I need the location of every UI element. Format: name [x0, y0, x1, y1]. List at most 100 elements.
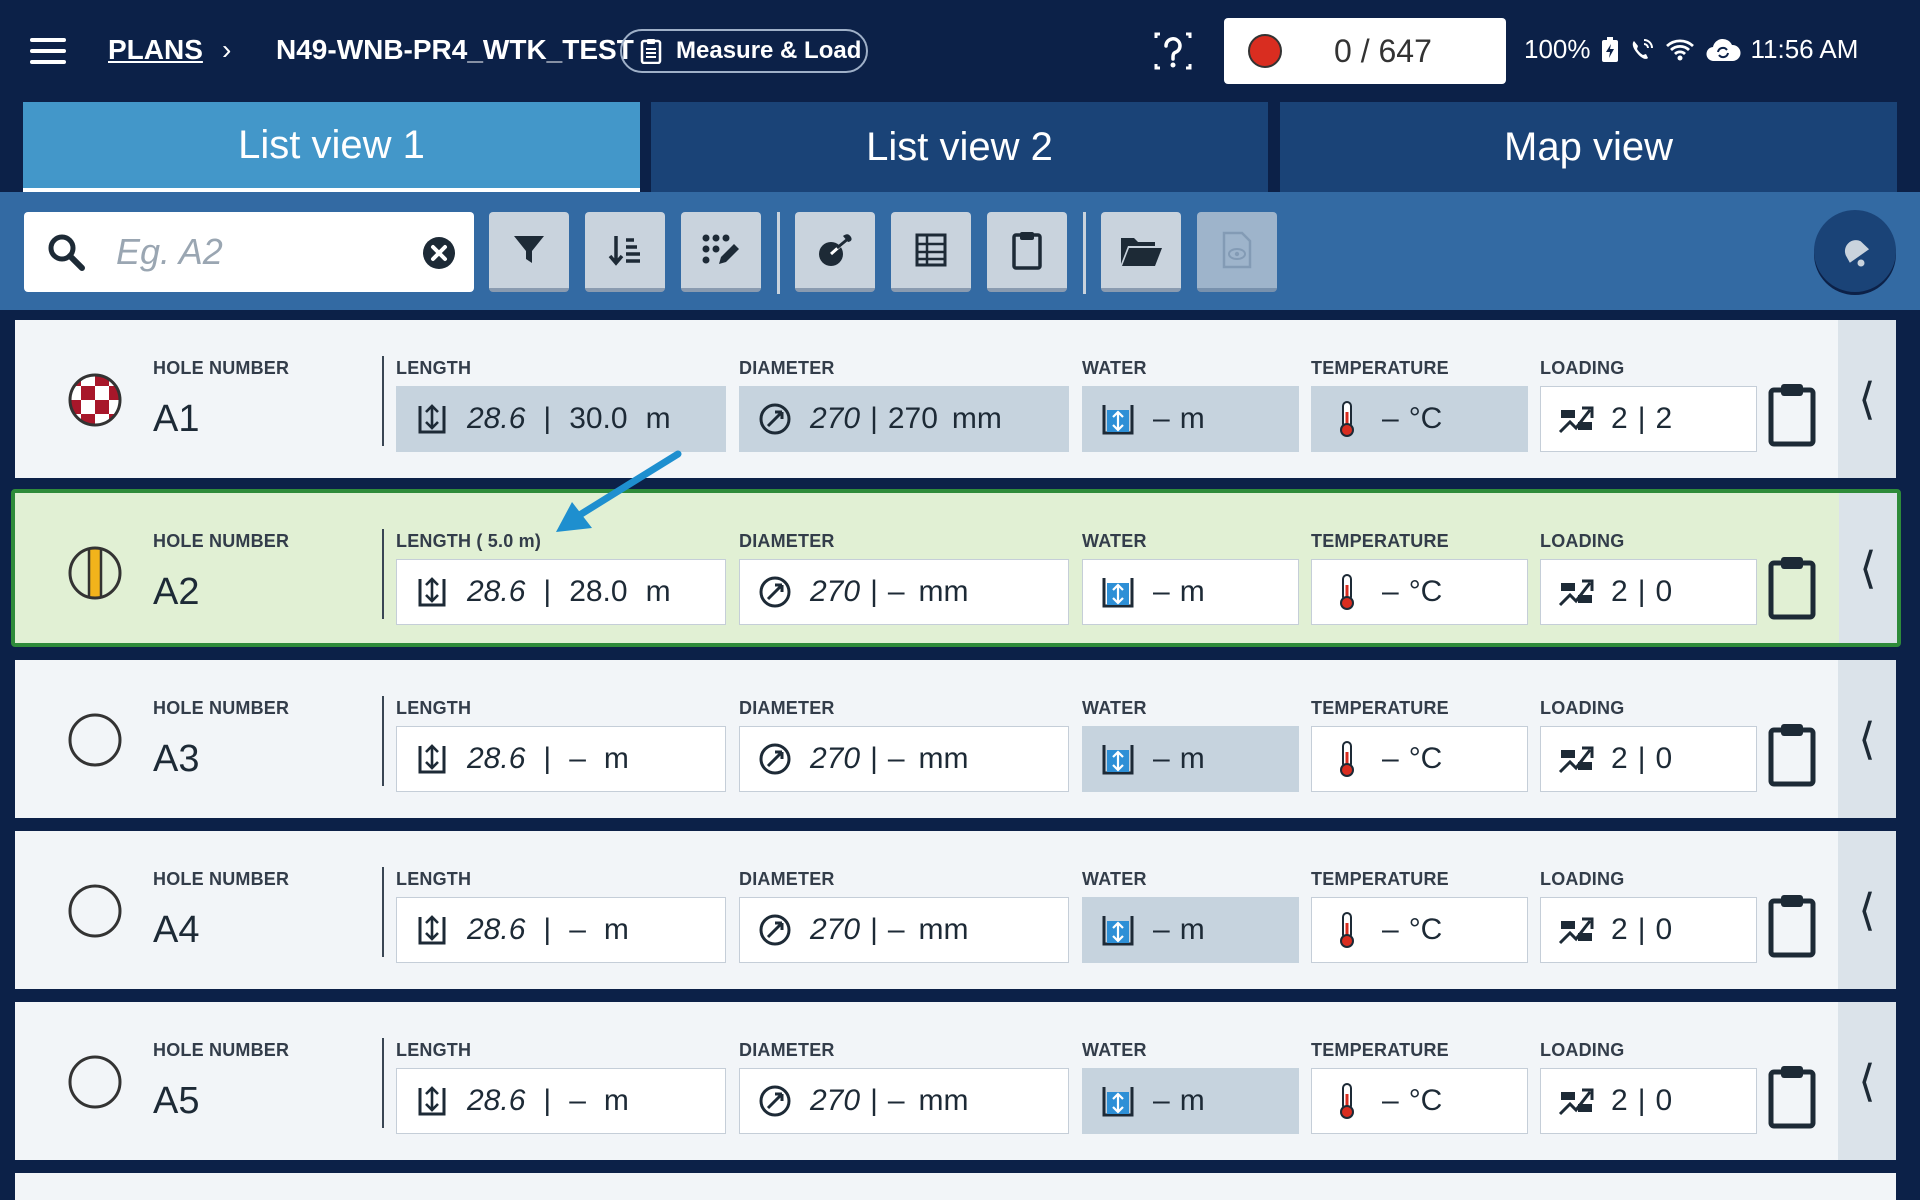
water-field[interactable]: – m — [1082, 897, 1299, 963]
clipboard-icon[interactable] — [1767, 722, 1817, 793]
loading-planned: 2 — [1611, 402, 1628, 435]
length-unit: m — [603, 742, 629, 775]
search-input[interactable] — [116, 228, 416, 276]
temperature-field[interactable]: – °C — [1311, 386, 1528, 452]
water-field[interactable]: – m — [1082, 726, 1299, 792]
table-button[interactable] — [891, 212, 971, 292]
length-field[interactable]: 28.6 | 28.0 m — [396, 559, 726, 625]
battery-level: 100% — [1524, 34, 1591, 64]
tab-list-view-2[interactable]: List view 2 — [651, 102, 1268, 192]
temperature-field[interactable]: – °C — [1311, 559, 1528, 625]
water-field[interactable]: – m — [1082, 559, 1299, 625]
hole-row[interactable]: HOLE NUMBER A3 LENGTH 28.6 | – m DIAMETE… — [15, 660, 1896, 818]
thermometer-icon — [1312, 740, 1382, 778]
search-box[interactable] — [24, 212, 474, 292]
temperature-field[interactable]: – °C — [1311, 1068, 1528, 1134]
water-icon — [1083, 742, 1153, 776]
temperature-field[interactable]: – °C — [1311, 897, 1528, 963]
water-field[interactable]: – m — [1082, 1068, 1299, 1134]
temperature-value: – — [1382, 742, 1399, 775]
record-icon[interactable] — [1248, 34, 1282, 68]
hole-number: A3 — [153, 738, 200, 780]
length-label: LENGTH — [396, 1040, 472, 1060]
view-document-button[interactable] — [1197, 212, 1277, 292]
diameter-field[interactable]: 270 | 270 mm — [739, 386, 1069, 452]
value-separator: | — [543, 913, 552, 946]
tab-map-view[interactable]: Map view — [1280, 102, 1897, 192]
hole-row[interactable]: HOLE NUMBER A4 LENGTH 28.6 | – m DIAMETE… — [15, 831, 1896, 989]
loading-field[interactable]: 2 | 0 — [1540, 726, 1757, 792]
loading-icon — [1541, 742, 1611, 776]
clipboard-icon[interactable] — [1767, 555, 1817, 626]
value-separator: | — [1637, 1084, 1646, 1117]
water-label: WATER — [1082, 531, 1147, 551]
open-folder-button[interactable] — [1101, 212, 1181, 292]
water-value: – — [1153, 575, 1170, 608]
diameter-field[interactable]: 270 | – mm — [739, 897, 1069, 963]
diameter-unit: mm — [918, 742, 969, 775]
value-separator: | — [870, 402, 878, 435]
notifications-button[interactable] — [1814, 210, 1896, 292]
loading-field[interactable]: 2 | 0 — [1540, 559, 1757, 625]
hole-row[interactable]: HOLE NUMBER A2 LENGTH ( 5.0 m) 28.6 | 28… — [11, 489, 1901, 647]
mode-button[interactable]: Measure & Load — [620, 29, 868, 73]
breadcrumb-plans-link[interactable]: PLANS — [108, 34, 203, 66]
expand-row-button[interactable]: ⟨ — [1839, 493, 1897, 643]
mode-label: Measure & Load — [676, 37, 862, 64]
clipboard-button[interactable] — [987, 212, 1067, 292]
length-field[interactable]: 28.6 | 30.0 m — [396, 386, 726, 452]
clipboard-icon[interactable] — [1767, 382, 1817, 453]
diameter-field[interactable]: 270 | – mm — [739, 1068, 1069, 1134]
diameter-label: DIAMETER — [739, 531, 835, 551]
sort-button[interactable] — [585, 212, 665, 292]
hole-status-icon[interactable] — [67, 1054, 123, 1110]
hole-row[interactable]: HOLE NUMBER A1 LENGTH 28.6 | 30.0 m DIAM… — [15, 320, 1896, 478]
length-field[interactable]: 28.6 | – m — [396, 726, 726, 792]
grid-edit-button[interactable] — [681, 212, 761, 292]
diameter-field[interactable]: 270 | – mm — [739, 559, 1069, 625]
temperature-field[interactable]: – °C — [1311, 726, 1528, 792]
hole-row[interactable] — [15, 1173, 1896, 1200]
stemming-button[interactable] — [795, 212, 875, 292]
hole-status-icon[interactable] — [67, 372, 123, 428]
expand-row-button[interactable]: ⟨ — [1838, 320, 1896, 478]
water-icon — [1083, 402, 1153, 436]
expand-row-button[interactable]: ⟨ — [1838, 660, 1896, 818]
hole-number-label: HOLE NUMBER — [153, 358, 290, 378]
diameter-field[interactable]: 270 | – mm — [739, 726, 1069, 792]
clipboard-icon[interactable] — [1767, 1064, 1817, 1135]
counter-value: 0 / 647 — [1334, 33, 1432, 69]
length-icon — [397, 402, 467, 436]
length-measured: 28.0 — [569, 575, 628, 608]
help-icon[interactable] — [1150, 28, 1196, 74]
temperature-label: TEMPERATURE — [1311, 1040, 1449, 1060]
loading-field[interactable]: 2 | 2 — [1540, 386, 1757, 452]
expand-row-button[interactable]: ⟨ — [1838, 831, 1896, 989]
hole-status-icon[interactable] — [67, 712, 123, 768]
row-divider — [382, 1038, 384, 1128]
loading-field[interactable]: 2 | 0 — [1540, 897, 1757, 963]
tab-list-view-1[interactable]: List view 1 — [23, 102, 640, 192]
value-separator: | — [870, 1084, 878, 1117]
water-field[interactable]: – m — [1082, 386, 1299, 452]
value-separator: | — [870, 913, 878, 946]
clipboard-icon[interactable] — [1767, 893, 1817, 964]
hole-number-label: HOLE NUMBER — [153, 1040, 290, 1060]
loading-field[interactable]: 2 | 0 — [1540, 1068, 1757, 1134]
temperature-unit: °C — [1408, 742, 1443, 775]
value-separator: | — [1637, 575, 1646, 608]
loading-icon — [1541, 1084, 1611, 1118]
length-field[interactable]: 28.6 | – m — [396, 897, 726, 963]
length-field[interactable]: 28.6 | – m — [396, 1068, 726, 1134]
menu-icon[interactable] — [30, 38, 66, 64]
length-planned: 28.6 — [467, 742, 526, 775]
record-counter[interactable]: 0 / 647 — [1224, 18, 1506, 84]
hole-status-icon[interactable] — [67, 545, 123, 601]
hole-row[interactable]: HOLE NUMBER A5 LENGTH 28.6 | – m DIAMETE… — [15, 1002, 1896, 1160]
hole-status-icon[interactable] — [67, 883, 123, 939]
filter-button[interactable] — [489, 212, 569, 292]
wifi-icon — [1665, 38, 1694, 60]
clear-search-icon[interactable] — [422, 236, 456, 270]
expand-row-button[interactable]: ⟨ — [1838, 1002, 1896, 1160]
row-divider — [382, 356, 384, 446]
